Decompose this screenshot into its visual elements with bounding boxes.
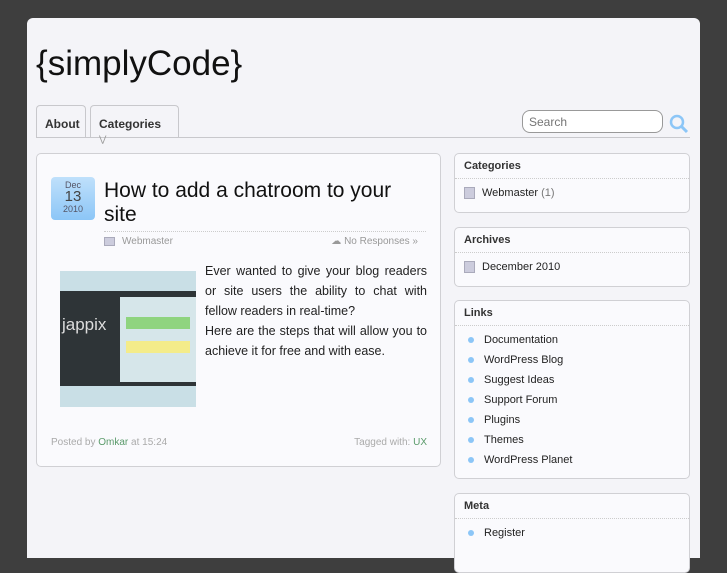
tab-label: Categories (99, 117, 162, 131)
link-label: Plugins (484, 414, 521, 426)
date-day: 13 (64, 188, 82, 205)
image-logo-text: jappix (62, 315, 107, 334)
date-year: 2010 (62, 204, 84, 214)
post-title[interactable]: How to add a chatroom to your site (104, 179, 424, 227)
link-item[interactable]: Themes (464, 430, 680, 450)
widget-title: Categories (455, 154, 689, 179)
category-count: (1) (541, 187, 555, 199)
bullet-icon (468, 437, 474, 443)
archive-label: December 2010 (482, 261, 561, 273)
search-icon[interactable] (669, 114, 689, 134)
archive-item[interactable]: December 2010 (464, 257, 680, 277)
author-link[interactable]: Omkar (98, 437, 128, 448)
post-body: Ever wanted to give your blog readers or… (205, 261, 427, 361)
tab-about[interactable]: About (36, 105, 86, 138)
site-logo[interactable]: {simplyCode} (36, 44, 242, 84)
tab-categories[interactable]: Categories ⋁ (90, 105, 179, 144)
post-footer: Posted by Omkar at 15:24 Tagged with: UX (51, 437, 427, 448)
category-item[interactable]: Webmaster (1) (464, 183, 680, 203)
link-item[interactable]: Plugins (464, 410, 680, 430)
bullet-icon (468, 337, 474, 343)
link-item[interactable]: Support Forum (464, 390, 680, 410)
categories-widget: Categories Webmaster (1) (454, 153, 690, 213)
bullet-icon (468, 417, 474, 423)
widget-title: Links (455, 301, 689, 326)
bullet-icon (468, 357, 474, 363)
link-label: Documentation (484, 334, 558, 346)
post-image: jappix (60, 271, 196, 407)
link-label: Suggest Ideas (484, 374, 555, 386)
folder-icon (104, 236, 115, 246)
calendar-icon (464, 261, 475, 273)
post-meta: Webmaster ☁ No Responses » (104, 231, 426, 247)
link-item[interactable]: WordPress Planet (464, 450, 680, 470)
meta-label: Register (484, 527, 525, 539)
category-label: Webmaster (482, 187, 539, 199)
tag-link[interactable]: UX (413, 437, 427, 448)
date-badge: Dec 13 2010 (51, 177, 95, 220)
post-category[interactable]: Webmaster (122, 236, 173, 247)
post-time: at 15:24 (131, 437, 168, 448)
page: {simplyCode} About Categories ⋁ Dec 13 2… (27, 18, 700, 573)
search-input[interactable] (522, 110, 663, 133)
link-item[interactable]: Suggest Ideas (464, 370, 680, 390)
bullet-icon (468, 457, 474, 463)
posted-by-label: Posted by (51, 437, 96, 448)
category-icon (464, 187, 475, 199)
post: Dec 13 2010 How to add a chatroom to you… (36, 153, 441, 467)
chevron-down-icon: ⋁ (99, 134, 107, 144)
widget-title: Archives (455, 228, 689, 253)
link-item[interactable]: Documentation (464, 330, 680, 350)
meta-widget: Meta Register (454, 493, 690, 573)
post-paragraph: Ever wanted to give your blog readers or… (205, 264, 427, 318)
bullet-icon (468, 377, 474, 383)
responses-label: No Responses » (344, 236, 418, 247)
links-widget: Links Documentation WordPress Blog Sugge… (454, 300, 690, 479)
link-item[interactable]: WordPress Blog (464, 350, 680, 370)
meta-item[interactable]: Register (464, 523, 680, 543)
comment-icon: ☁ (331, 236, 342, 247)
bullet-icon (468, 530, 474, 536)
link-label: WordPress Planet (484, 454, 573, 466)
comments-link[interactable]: ☁ No Responses » (331, 236, 418, 247)
widget-title: Meta (455, 494, 689, 519)
bullet-icon (468, 397, 474, 403)
link-label: Themes (484, 434, 524, 446)
archives-widget: Archives December 2010 (454, 227, 690, 287)
link-label: WordPress Blog (484, 354, 564, 366)
tagged-label: Tagged with: (354, 437, 411, 448)
post-paragraph: Here are the steps that will allow you t… (205, 324, 427, 358)
link-label: Support Forum (484, 394, 558, 406)
